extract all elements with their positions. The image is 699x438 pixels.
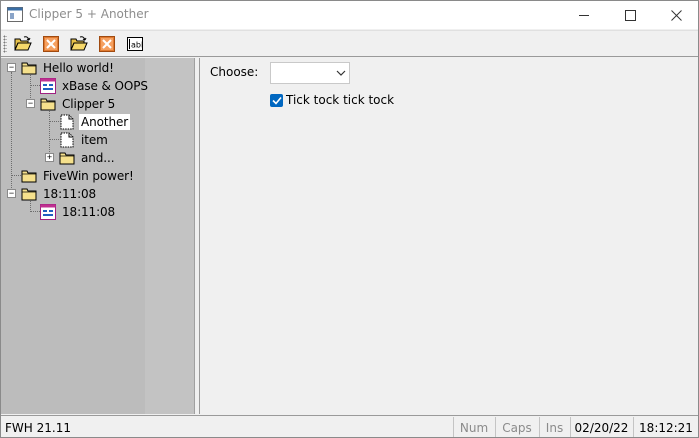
open-folder-icon: [70, 36, 88, 51]
tree-node[interactable]: Hello world!: [21, 59, 116, 77]
status-ins: Ins: [539, 417, 569, 437]
tree-shade: [145, 58, 194, 414]
window-title: Clipper 5 + Another: [29, 7, 149, 21]
tree-node-label: and...: [81, 151, 115, 165]
tree-line: [30, 85, 40, 86]
tick-checkbox-row[interactable]: Tick tock tick tock: [270, 92, 394, 108]
tree-node-label: Clipper 5: [62, 97, 116, 111]
document-icon: [60, 114, 74, 130]
tree-node[interactable]: 18:11:08: [21, 185, 98, 203]
form-icon: [40, 204, 56, 220]
tree-node-label: 18:11:08: [62, 205, 116, 219]
open-button[interactable]: [13, 35, 33, 53]
maximize-icon: [624, 9, 636, 21]
close-item-button[interactable]: [41, 35, 61, 53]
minimize-icon: [578, 14, 589, 16]
tree-line: [49, 108, 50, 158]
app-icon: [7, 7, 23, 22]
choose-combobox[interactable]: [270, 62, 350, 84]
splitter[interactable]: [195, 58, 200, 414]
close-button[interactable]: [653, 1, 698, 29]
tree-expander[interactable]: +: [45, 153, 54, 162]
tree-view[interactable]: − − + − Hello world! xBase & OOPS Clippe…: [1, 58, 195, 414]
form-icon: [40, 78, 56, 94]
status-time: 18:12:21: [633, 417, 698, 437]
minimize-button[interactable]: [561, 1, 607, 29]
app-window: Clipper 5 + Another abl − − + − Hello wo…: [0, 0, 699, 438]
tree-line: [30, 211, 40, 212]
tree-node-label: FiveWin power!: [43, 169, 134, 183]
tree-node-label: Another: [79, 114, 131, 130]
tree-node-label: Hello world!: [43, 61, 114, 75]
close-icon: [670, 9, 682, 21]
tree-line: [49, 139, 59, 140]
status-app-name: FWH 21.11: [5, 420, 71, 435]
tree-expander[interactable]: −: [7, 189, 16, 198]
tree-node-label: item: [81, 133, 108, 147]
tree-node[interactable]: item: [59, 131, 110, 149]
svg-text:abl: abl: [131, 41, 143, 50]
tree-node-selected[interactable]: Another: [59, 113, 131, 131]
document-icon: [60, 132, 74, 148]
folder-icon: [21, 188, 37, 201]
title-bar[interactable]: Clipper 5 + Another: [1, 1, 698, 29]
folder-icon: [59, 152, 75, 165]
main-panel: Choose: Tick tock tick tock: [201, 58, 698, 414]
open-folder-icon: [14, 36, 32, 51]
tree-node-label: xBase & OOPS: [62, 79, 148, 93]
toolbar-grip[interactable]: [3, 35, 7, 53]
tree-node[interactable]: and...: [59, 149, 116, 167]
status-num: Num: [453, 417, 494, 437]
tree-node[interactable]: 18:11:08: [40, 203, 117, 221]
tree-line: [49, 121, 59, 122]
maximize-button[interactable]: [607, 1, 653, 29]
close-item-button-2[interactable]: [97, 35, 117, 53]
status-caps: Caps: [495, 417, 538, 437]
close-box-icon: [99, 36, 115, 52]
tree-node[interactable]: Clipper 5: [40, 95, 117, 113]
edit-field-button[interactable]: abl: [125, 35, 145, 53]
folder-icon: [40, 98, 56, 111]
tree-expander[interactable]: −: [7, 63, 16, 72]
open-button-2[interactable]: [69, 35, 89, 53]
tree-node[interactable]: xBase & OOPS: [40, 77, 150, 95]
tree-expander[interactable]: −: [26, 99, 35, 108]
close-box-icon: [43, 36, 59, 52]
chevron-down-icon: [336, 70, 346, 76]
tree-line: [11, 175, 21, 176]
toolbar: abl: [1, 30, 698, 57]
status-bar: FWH 21.11 Num Caps Ins 02/20/22 18:12:21: [1, 415, 698, 437]
folder-icon: [21, 170, 37, 183]
tree-node[interactable]: FiveWin power!: [21, 167, 136, 185]
tick-checkbox[interactable]: [270, 93, 283, 107]
choose-label: Choose:: [210, 65, 259, 79]
tree-node-label: 18:11:08: [43, 187, 97, 201]
checkbox-label: Tick tock tick tock: [286, 93, 395, 107]
status-date: 02/20/22: [570, 417, 632, 437]
checkmark-icon: [271, 96, 282, 105]
folder-icon: [21, 62, 37, 75]
edit-field-icon: abl: [127, 37, 143, 51]
